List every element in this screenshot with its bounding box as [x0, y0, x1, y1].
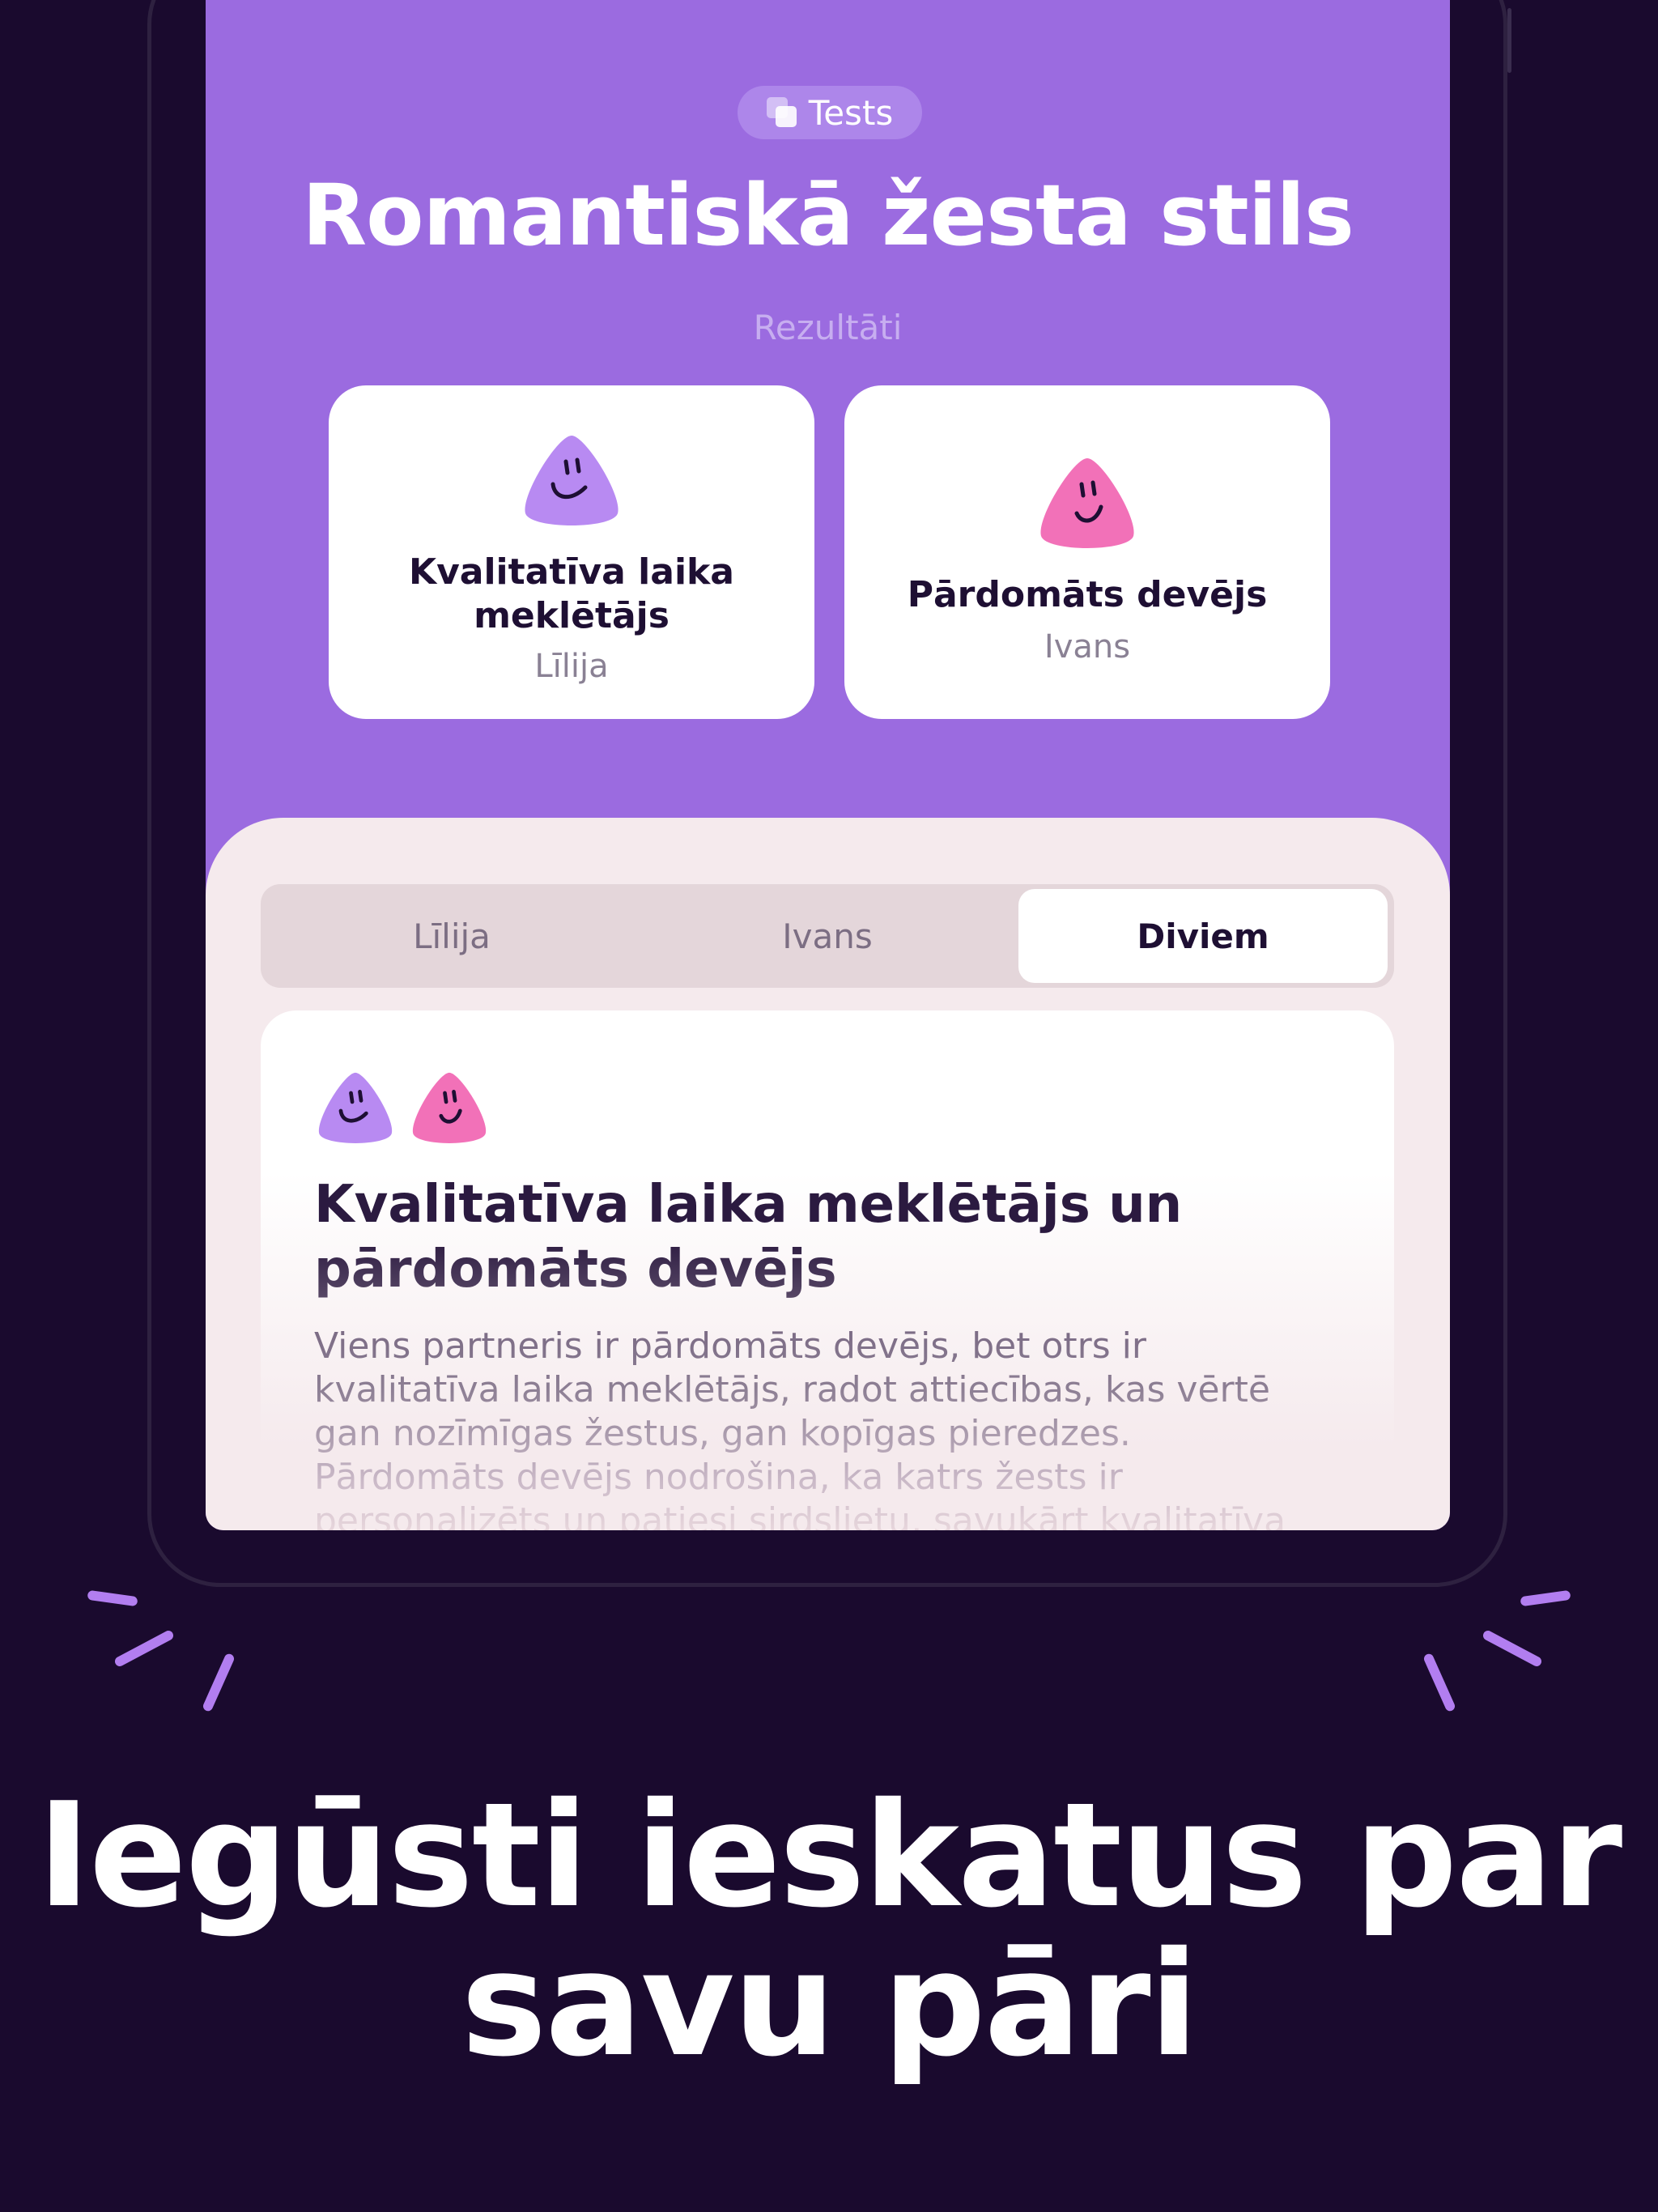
tab-ivans[interactable]: Ivans — [643, 889, 1012, 983]
results-subtitle: Rezultāti — [753, 308, 903, 347]
result-person: Ivans — [1044, 628, 1131, 666]
detail-title: Kvalitatīva laika meklētājs un pārdomāts… — [314, 1172, 1326, 1302]
purple-smiley-icon — [318, 1072, 393, 1143]
spark-left-2 — [113, 1628, 176, 1669]
pink-smiley-avatar-icon — [1040, 458, 1134, 548]
purple-smiley-avatar-icon — [525, 436, 619, 525]
spark-right-2 — [1481, 1628, 1544, 1669]
detail-body: Viens partneris ir pārdomāts devējs, bet… — [314, 1325, 1326, 1530]
result-person: Līlija — [534, 648, 609, 685]
spark-left-1 — [87, 1589, 138, 1607]
spark-left-3 — [202, 1652, 236, 1713]
result-name: Pārdomāts devējs — [907, 574, 1268, 615]
badge-label: Tests — [808, 92, 894, 133]
result-card-lilija[interactable]: Kvalitatīva laika meklētājs Līlija — [329, 385, 814, 719]
result-detail-card: Kvalitatīva laika meklētājs un pārdomāts… — [261, 1010, 1394, 1530]
couple-avatars — [314, 1069, 491, 1146]
page-title: Romantiskā žesta stils — [302, 166, 1354, 265]
stack-icon — [766, 97, 797, 128]
segmented-control: Līlija Ivans Diviem — [261, 884, 1394, 988]
result-name: Kvalitatīva laika meklētājs — [409, 551, 734, 636]
tests-badge: Tests — [738, 86, 922, 139]
tab-diviem[interactable]: Diviem — [1018, 889, 1388, 983]
marketing-headline: Iegūsti ieskatus par savu pāri — [36, 1772, 1622, 2088]
spark-right-3 — [1422, 1652, 1456, 1713]
spark-right-1 — [1520, 1589, 1571, 1607]
tab-lilija[interactable]: Līlija — [267, 889, 636, 983]
app-screen: Tests Romantiskā žesta stils Rezultāti K… — [206, 0, 1450, 1530]
pink-smiley-icon — [412, 1072, 487, 1143]
detail-sheet: Līlija Ivans Diviem Kvalitatīva laika me… — [206, 818, 1450, 1530]
result-card-ivans[interactable]: Pārdomāts devējs Ivans — [844, 385, 1330, 719]
device-button — [1507, 8, 1511, 73]
